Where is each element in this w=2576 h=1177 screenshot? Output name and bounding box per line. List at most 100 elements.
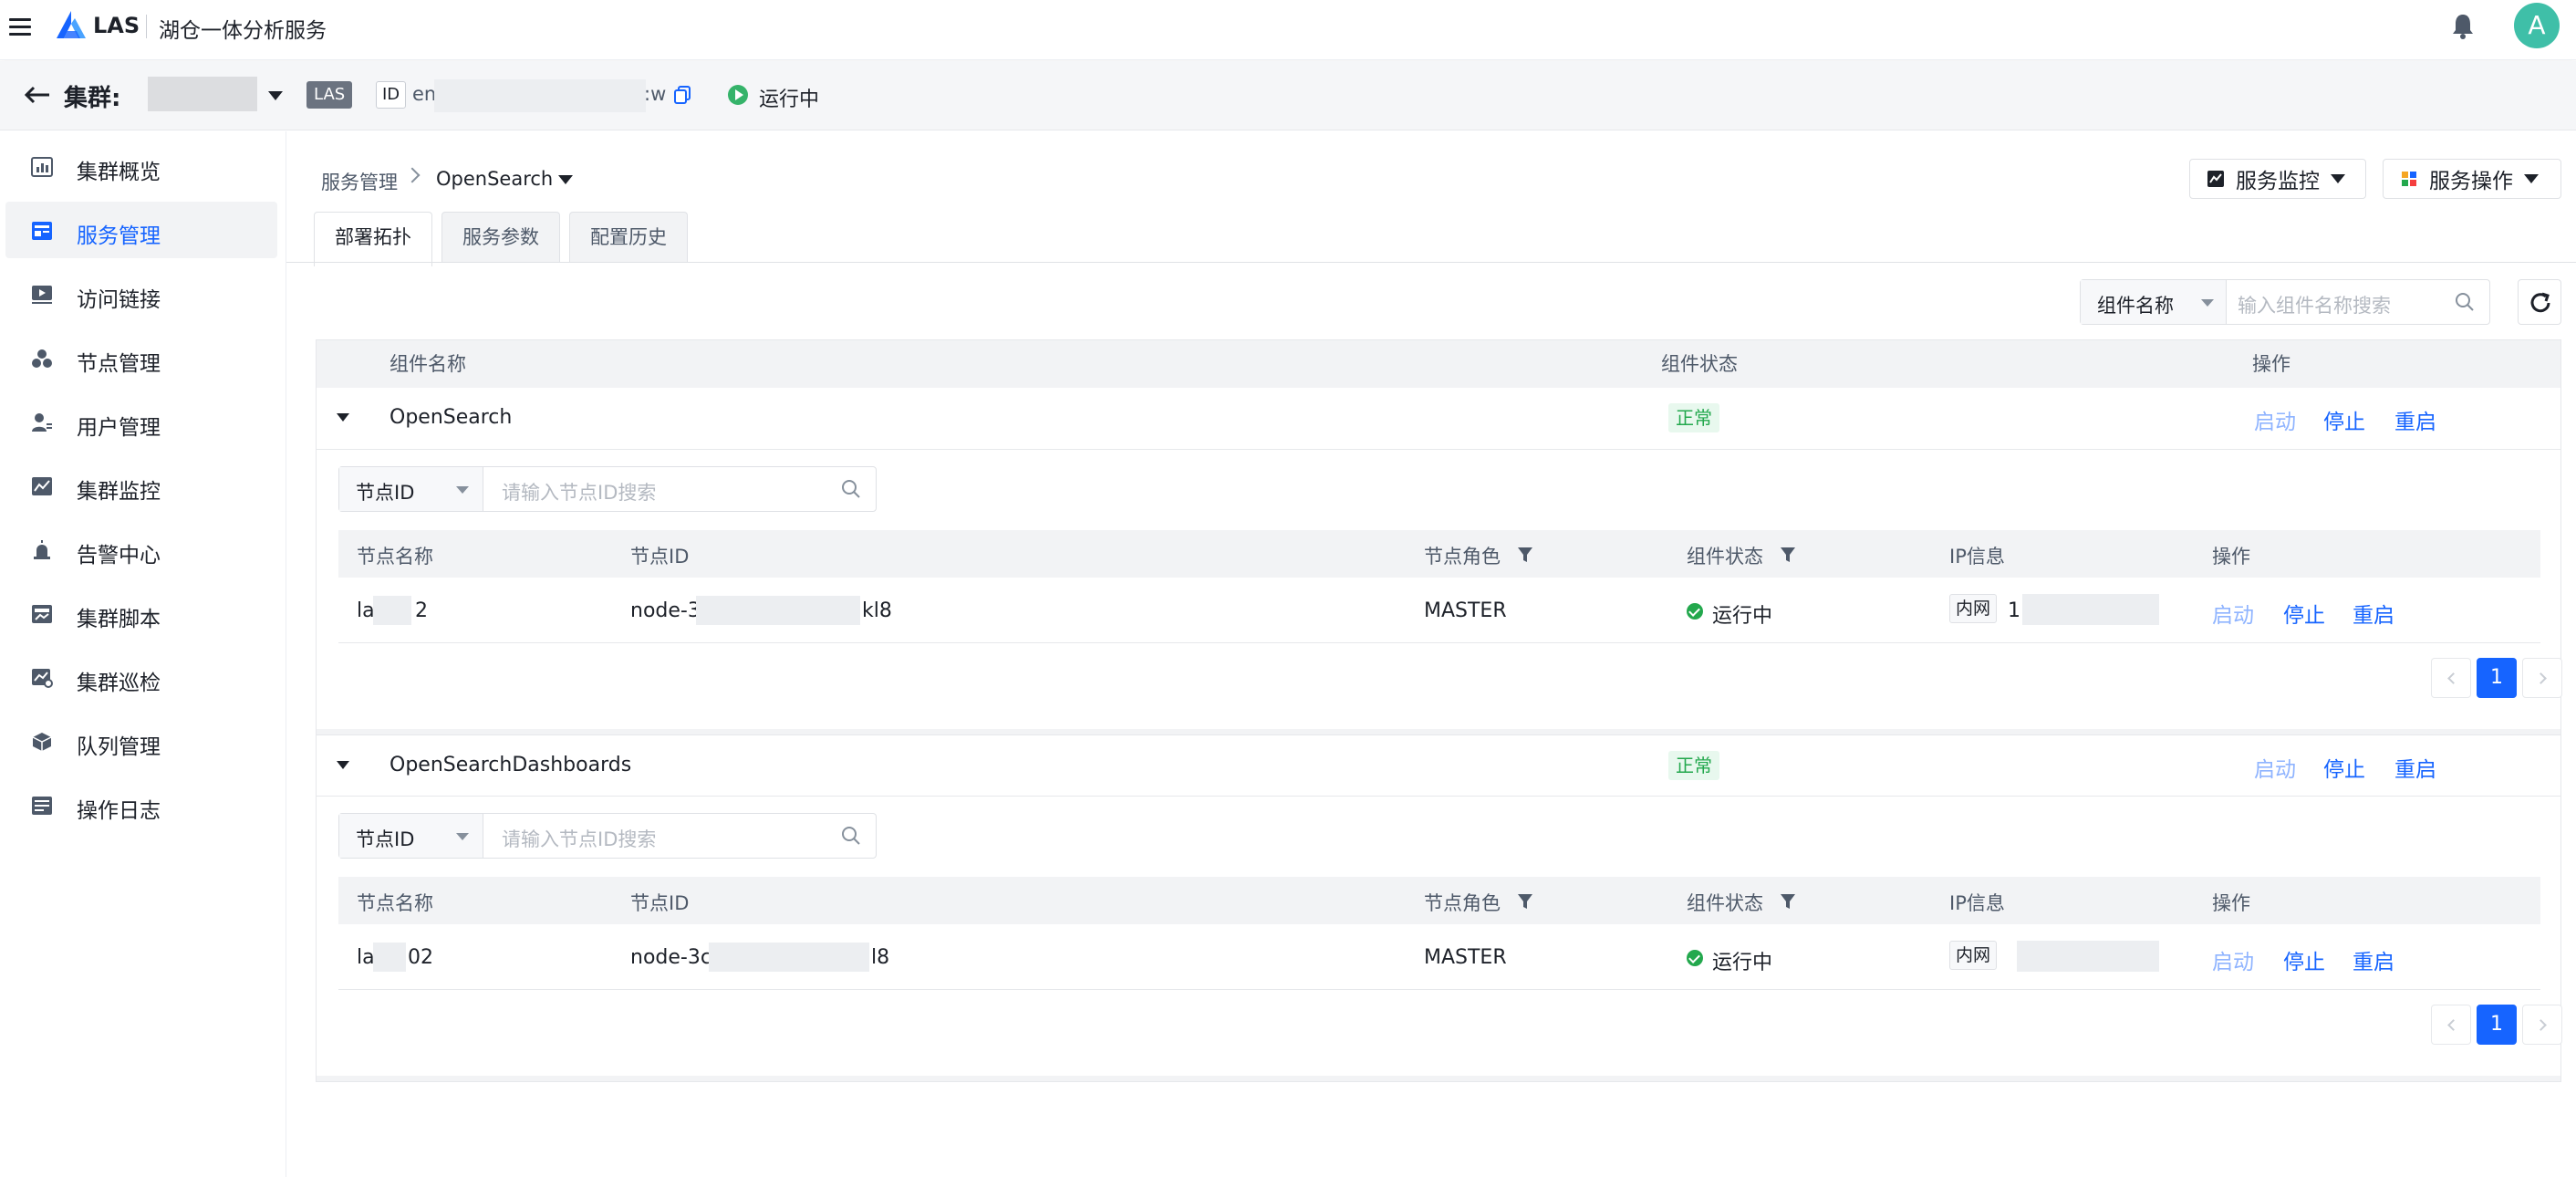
node-search-input[interactable]: 请输入节点ID搜索 xyxy=(502,825,656,852)
stop-button[interactable]: 停止 xyxy=(2323,752,2365,783)
pagination-page[interactable]: 1 xyxy=(2477,658,2517,698)
pagination-page[interactable]: 1 xyxy=(2477,1005,2517,1045)
chevron-right-icon xyxy=(2535,672,2547,684)
filter-funnel-icon[interactable] xyxy=(1517,892,1533,911)
node-filter-select[interactable]: 节点ID xyxy=(339,814,483,858)
start-button[interactable]: 启动 xyxy=(2254,404,2296,435)
sidebar-item-label: 用户管理 xyxy=(77,416,161,440)
search-icon[interactable] xyxy=(841,826,861,846)
node-search-input[interactable]: 请输入节点ID搜索 xyxy=(502,478,656,505)
filter-funnel-icon[interactable] xyxy=(1780,892,1796,911)
pagination-prev[interactable] xyxy=(2431,1005,2471,1045)
col-header-component-status: 组件状态 xyxy=(1687,892,1763,914)
restart-button[interactable]: 重启 xyxy=(2394,752,2436,783)
sidebar-item-alarm-center[interactable]: 告警中心 xyxy=(5,521,277,578)
node-filter-value: 节点ID xyxy=(356,828,415,850)
sidebar-item-cluster-scripts[interactable]: 集群脚本 xyxy=(5,585,277,641)
col-header-node-name: 节点名称 xyxy=(357,546,433,568)
stop-button[interactable]: 停止 xyxy=(2323,404,2365,435)
node-filter-select[interactable]: 节点ID xyxy=(339,467,483,511)
col-header-ip-info: IP信息 xyxy=(1949,892,2005,914)
cluster-label: 集群: xyxy=(64,85,121,112)
col-header-operations: 操作 xyxy=(2252,353,2290,375)
pagination-next[interactable] xyxy=(2522,1005,2562,1045)
node-name-suffix: 2 xyxy=(415,599,428,622)
service-operate-button[interactable]: 服务操作 xyxy=(2383,159,2561,199)
collapse-caret-icon[interactable] xyxy=(337,761,349,769)
chevron-left-icon xyxy=(2447,672,2459,684)
sidebar-item-queue-management[interactable]: 队列管理 xyxy=(5,713,277,769)
link-play-icon xyxy=(32,286,52,304)
col-header-component-name: 组件名称 xyxy=(390,353,466,375)
search-icon[interactable] xyxy=(841,479,861,499)
col-header-operations: 操作 xyxy=(2212,546,2250,568)
sidebar-item-cluster-inspection[interactable]: 集群巡检 xyxy=(5,649,277,705)
breadcrumb-parent[interactable]: 服务管理 xyxy=(321,168,398,195)
stop-button[interactable]: 停止 xyxy=(2283,598,2325,629)
search-icon[interactable] xyxy=(2455,292,2475,312)
tab-divider xyxy=(286,262,2576,263)
start-button[interactable]: 启动 xyxy=(2212,944,2254,975)
refresh-icon xyxy=(2530,292,2550,313)
node-table-header: 节点名称 节点ID 节点角色 组件状态 IP信息 操作 xyxy=(338,877,2540,924)
chevron-down-icon xyxy=(2524,174,2539,183)
sidebar-item-operation-log[interactable]: 操作日志 xyxy=(5,776,277,833)
start-button[interactable]: 启动 xyxy=(2254,752,2296,783)
component-search-box: 组件名称 输入组件名称搜索 xyxy=(2080,279,2490,325)
stop-button[interactable]: 停止 xyxy=(2283,944,2325,975)
sidebar-item-label: 告警中心 xyxy=(77,544,161,568)
copy-icon[interactable] xyxy=(673,85,691,105)
success-check-icon xyxy=(1687,950,1703,966)
col-header-node-id: 节点ID xyxy=(630,892,690,914)
brand-divider xyxy=(146,15,147,38)
monitor-chart-icon xyxy=(32,477,52,495)
service-monitor-button[interactable]: 服务监控 xyxy=(2189,159,2366,199)
sidebar-item-cluster-overview[interactable]: 集群概览 xyxy=(5,138,277,194)
sidebar-item-user-management[interactable]: 用户管理 xyxy=(5,393,277,450)
restart-button[interactable]: 重启 xyxy=(2353,598,2394,629)
monitor-icon xyxy=(2207,171,2224,187)
back-arrow-icon[interactable] xyxy=(24,85,51,105)
cluster-switch-caret-icon[interactable] xyxy=(268,91,283,100)
menu-icon[interactable] xyxy=(9,18,31,36)
brand-name: LAS xyxy=(93,13,140,38)
chevron-down-icon xyxy=(456,833,469,840)
user-avatar[interactable]: A xyxy=(2514,3,2560,48)
table-row: la 2 node-3 kl8 MASTER 运行中 内网 1 启动 停止 重启 xyxy=(338,578,2540,643)
main-content: 服务管理 OpenSearch 服务监控 服务操作 部署拓扑 服务参数 配置历史… xyxy=(286,131,2576,1177)
component-filter-select[interactable]: 组件名称 xyxy=(2081,280,2227,324)
sidebar-item-label: 访问链接 xyxy=(77,288,161,312)
node-id-suffix: l8 xyxy=(871,946,890,969)
restart-button[interactable]: 重启 xyxy=(2394,404,2436,435)
tab-config-history[interactable]: 配置历史 xyxy=(569,212,688,263)
start-button[interactable]: 启动 xyxy=(2212,598,2254,629)
col-header-component-status: 组件状态 xyxy=(1661,353,1738,375)
script-icon xyxy=(32,605,52,623)
component-search-input[interactable]: 输入组件名称搜索 xyxy=(2238,291,2391,318)
sidebar-item-node-management[interactable]: 节点管理 xyxy=(5,329,277,386)
service-monitor-label: 服务监控 xyxy=(2236,170,2320,193)
refresh-button[interactable] xyxy=(2518,279,2561,325)
pagination-prev[interactable] xyxy=(2431,658,2471,698)
sidebar-item-cluster-monitoring[interactable]: 集群监控 xyxy=(5,457,277,514)
service-icon xyxy=(32,222,52,240)
sidebar-item-service-management[interactable]: 服务管理 xyxy=(5,202,277,258)
component-name: OpenSearchDashboards xyxy=(390,754,632,776)
pagination-next[interactable] xyxy=(2522,658,2562,698)
filter-funnel-icon[interactable] xyxy=(1780,546,1796,564)
tab-service-params[interactable]: 服务参数 xyxy=(441,212,560,263)
col-header-node-role: 节点角色 xyxy=(1424,892,1501,914)
collapse-caret-icon[interactable] xyxy=(337,413,349,422)
node-id-prefix: node-3c xyxy=(630,946,712,969)
restart-button[interactable]: 重启 xyxy=(2353,944,2394,975)
filter-funnel-icon[interactable] xyxy=(1517,546,1533,564)
sidebar-item-access-links[interactable]: 访问链接 xyxy=(5,266,277,322)
notification-bell-icon[interactable] xyxy=(2450,12,2476,39)
breadcrumb-current: OpenSearch xyxy=(436,168,554,190)
user-icon xyxy=(32,413,52,432)
tab-deploy-topology[interactable]: 部署拓扑 xyxy=(314,212,432,266)
sidebar-item-label: 操作日志 xyxy=(77,799,161,823)
service-switch-caret-icon[interactable] xyxy=(558,175,573,184)
status-badge: 正常 xyxy=(1668,403,1719,432)
table-row: la 02 node-3c l8 MASTER 运行中 内网 启动 停止 重启 xyxy=(338,924,2540,990)
